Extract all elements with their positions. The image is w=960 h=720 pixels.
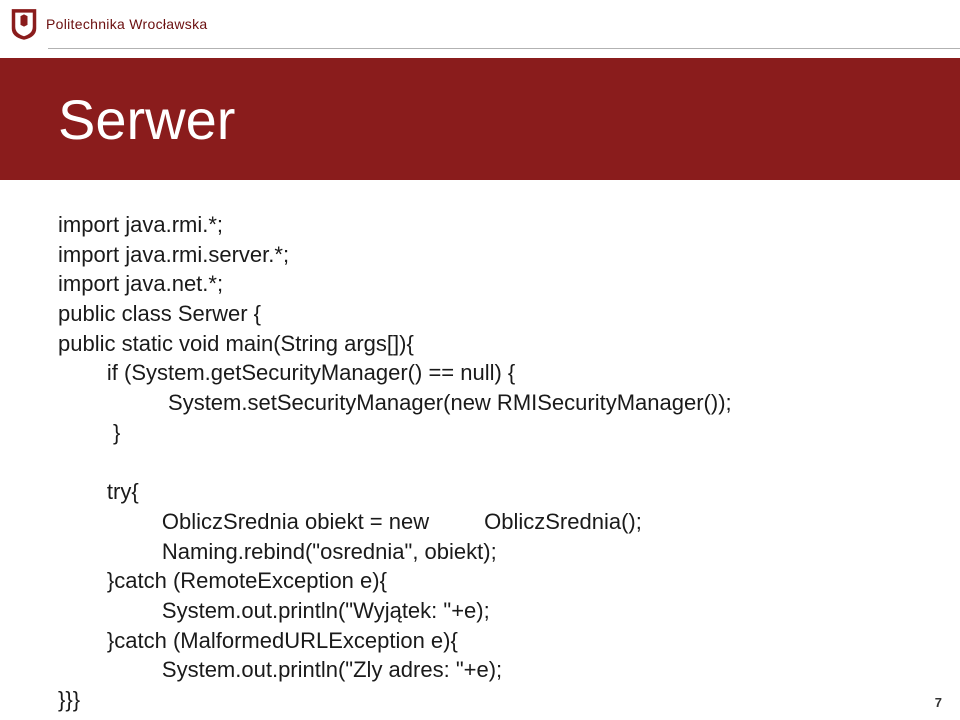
code-line: }catch (RemoteException e){ (58, 568, 387, 593)
code-line: public class Serwer { (58, 301, 261, 326)
code-line: import java.net.*; (58, 271, 223, 296)
page-number: 7 (935, 695, 942, 710)
code-line: } (58, 420, 120, 445)
code-line: import java.rmi.*; (58, 212, 223, 237)
code-line: try{ (58, 479, 139, 504)
code-line: }}} (58, 687, 80, 712)
university-name: Politechnika Wrocławska (46, 16, 207, 32)
code-line: ObliczSrednia obiekt = new ObliczSrednia… (58, 509, 642, 534)
slide-title-band: Serwer (0, 58, 960, 180)
header: Politechnika Wrocławska (0, 0, 960, 48)
code-line: }catch (MalformedURLException e){ (58, 628, 458, 653)
divider (48, 48, 960, 49)
code-line: Naming.rebind("osrednia", obiekt); (58, 539, 497, 564)
university-logo (10, 7, 38, 41)
code-line: public static void main(String args[]){ (58, 331, 414, 356)
slide-title: Serwer (58, 87, 235, 152)
code-line: System.setSecurityManager(new RMISecurit… (58, 390, 732, 415)
code-line: if (System.getSecurityManager() == null)… (58, 360, 515, 385)
code-line: System.out.println("Wyjątek: "+e); (58, 598, 490, 623)
code-block: import java.rmi.*; import java.rmi.serve… (58, 210, 920, 715)
code-line: System.out.println("Zly adres: "+e); (58, 657, 502, 682)
code-line: import java.rmi.server.*; (58, 242, 289, 267)
